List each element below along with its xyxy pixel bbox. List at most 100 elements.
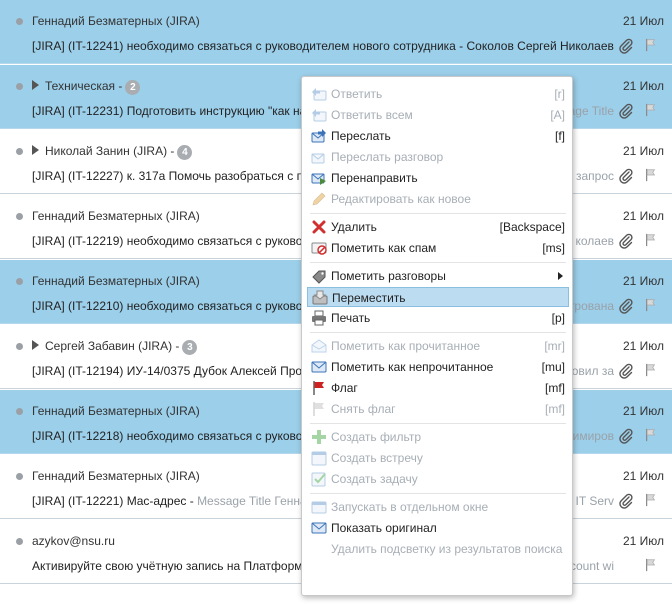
- unread-dot-icon[interactable]: [16, 343, 23, 350]
- menu-item-shortcut: [mr]: [544, 339, 565, 353]
- flag-icon[interactable]: [644, 297, 658, 313]
- unread-dot-icon[interactable]: [16, 148, 23, 155]
- sender-name: Сергей Забавин (JIRA) -: [45, 339, 180, 353]
- message-row[interactable]: Геннадий Безматерных (JIRA) 21 Июл [JIRA] …: [0, 0, 672, 64]
- spam-icon: [311, 242, 327, 255]
- menu-item-forward-conversation[interactable]: Переслать разговор: [307, 147, 569, 167]
- message-sender: Геннадий Безматерных (JIRA): [32, 469, 200, 483]
- message-sender: Геннадий Безматерных (JIRA): [32, 209, 200, 223]
- menu-item-spam[interactable]: Пометить как спам [ms]: [307, 238, 569, 258]
- menu-item-label: Создать задачу: [331, 472, 418, 486]
- menu-item-forward[interactable]: Переслать [f]: [307, 126, 569, 146]
- menu-item-move-folder[interactable]: Переместить: [307, 287, 569, 307]
- menu-item-unflag[interactable]: Снять флаг [mf]: [307, 399, 569, 419]
- new-window-icon: [311, 501, 327, 514]
- menu-separator: [310, 423, 566, 424]
- menu-separator: [310, 213, 566, 214]
- attachment-icon[interactable]: [618, 363, 634, 379]
- unread-dot-icon[interactable]: [16, 18, 23, 25]
- menu-item-label: Пометить как прочитанное: [331, 339, 481, 353]
- menu-item-label: Пометить разговоры: [331, 269, 446, 283]
- subject-text: [JIRA] (IT-12219) необходимо связаться с…: [32, 234, 310, 248]
- unflag-icon: [313, 402, 324, 416]
- menu-item-print[interactable]: Печать [p]: [307, 308, 569, 328]
- unread-dot-icon[interactable]: [16, 83, 23, 90]
- expand-thread-icon[interactable]: [32, 80, 39, 90]
- message-preview: Message Title Геннад: [197, 494, 314, 508]
- menu-item-label: Удалить подсветку из результатов поиска: [331, 542, 563, 556]
- attachment-icon[interactable]: [618, 233, 634, 249]
- menu-item-redirect[interactable]: Перенаправить: [307, 168, 569, 188]
- menu-item-mark-read[interactable]: Пометить как прочитанное [mr]: [307, 336, 569, 356]
- create-filter-icon: [312, 430, 326, 444]
- mark-unread-icon: [311, 361, 327, 373]
- menu-item-label: Создать встречу: [331, 451, 423, 465]
- flag-icon[interactable]: [644, 167, 658, 183]
- forward-conversation-icon: [311, 153, 325, 164]
- subject-text: [JIRA] (IT-12221) Mac-адрес -: [32, 494, 198, 508]
- unread-dot-icon[interactable]: [16, 278, 23, 285]
- flag-icon[interactable]: [644, 557, 658, 573]
- menu-item-shortcut: [A]: [550, 108, 565, 122]
- menu-separator: [310, 262, 566, 263]
- menu-item-label: Флаг: [331, 381, 358, 395]
- attachment-icon[interactable]: [618, 493, 634, 509]
- message-sender: Геннадий Безматерных (JIRA): [32, 404, 200, 418]
- attachment-icon[interactable]: [618, 38, 634, 54]
- message-sender: Сергей Забавин (JIRA) -3: [32, 339, 198, 355]
- menu-item-flag[interactable]: Флаг [mf]: [307, 378, 569, 398]
- menu-item-mark-unread[interactable]: Пометить как непрочитанное [mu]: [307, 357, 569, 377]
- message-sender: Геннадий Безматерных (JIRA): [32, 274, 200, 288]
- unread-dot-icon[interactable]: [16, 213, 23, 220]
- flag-icon[interactable]: [644, 492, 658, 508]
- menu-item-edit-pencil[interactable]: Редактировать как новое: [307, 189, 569, 209]
- message-date: 21 Июл: [622, 339, 664, 353]
- sender-name: Техническая -: [45, 79, 123, 93]
- menu-item-label: Ответить: [331, 87, 383, 101]
- message-date: 21 Июл: [622, 209, 664, 223]
- message-preview: запрос: [575, 169, 614, 183]
- flag-icon[interactable]: [644, 37, 658, 53]
- menu-item-create-appointment[interactable]: Создать встречу: [307, 448, 569, 468]
- menu-item-create-filter[interactable]: Создать фильтр: [307, 427, 569, 447]
- mark-read-icon: [311, 339, 327, 353]
- unread-dot-icon[interactable]: [16, 408, 23, 415]
- expand-thread-icon[interactable]: [32, 145, 39, 155]
- subject-text: [JIRA] (IT-12210) необходимо связаться с…: [32, 299, 310, 313]
- message-sender: azykov@nsu.ru: [32, 534, 115, 548]
- flag-icon: [313, 381, 324, 395]
- subject-text: [JIRA] (IT-12194) ИУ-14/0375 Дубок Алекс…: [32, 364, 309, 378]
- flag-icon[interactable]: [644, 232, 658, 248]
- attachment-icon[interactable]: [618, 103, 634, 119]
- menu-item-label: Перенаправить: [331, 171, 418, 185]
- menu-item-tag[interactable]: Пометить разговоры: [307, 266, 569, 286]
- subject-text: [JIRA] (IT-12231) Подготовить инструкцию…: [32, 104, 344, 118]
- menu-item-shortcut: [r]: [554, 87, 565, 101]
- menu-item-create-task[interactable]: Создать задачу: [307, 469, 569, 489]
- flag-icon[interactable]: [644, 362, 658, 378]
- menu-item-show-original[interactable]: Показать оригинал: [307, 518, 569, 538]
- message-sender: Геннадий Безматерных (JIRA): [32, 14, 200, 28]
- attachment-icon[interactable]: [618, 168, 634, 184]
- flag-icon[interactable]: [644, 102, 658, 118]
- menu-item-delete[interactable]: Удалить [Backspace]: [307, 217, 569, 237]
- message-date: 21 Июл: [622, 79, 664, 93]
- subject-text: [JIRA] (IT-12218) необходимо связаться с…: [32, 429, 310, 443]
- unread-dot-icon[interactable]: [16, 538, 23, 545]
- attachment-icon[interactable]: [618, 428, 634, 444]
- show-original-icon: [311, 522, 327, 534]
- create-appointment-icon: [311, 451, 327, 466]
- flag-icon[interactable]: [644, 427, 658, 443]
- menu-item-reply-all[interactable]: Ответить всем [A]: [307, 105, 569, 125]
- menu-item-reply[interactable]: Ответить [r]: [307, 84, 569, 104]
- menu-item-clear-search-highlight[interactable]: Удалить подсветку из результатов поиска: [307, 539, 569, 559]
- move-folder-icon: [312, 290, 328, 305]
- message-subject: [JIRA] (IT-12241) необходимо связаться с…: [32, 39, 614, 53]
- expand-thread-icon[interactable]: [32, 340, 39, 350]
- message-preview: трована: [568, 299, 614, 313]
- menu-item-new-window[interactable]: Запускать в отдельном окне: [307, 497, 569, 517]
- menu-separator: [310, 493, 566, 494]
- menu-item-label: Пометить как спам: [331, 241, 437, 255]
- unread-dot-icon[interactable]: [16, 473, 23, 480]
- attachment-icon[interactable]: [618, 298, 634, 314]
